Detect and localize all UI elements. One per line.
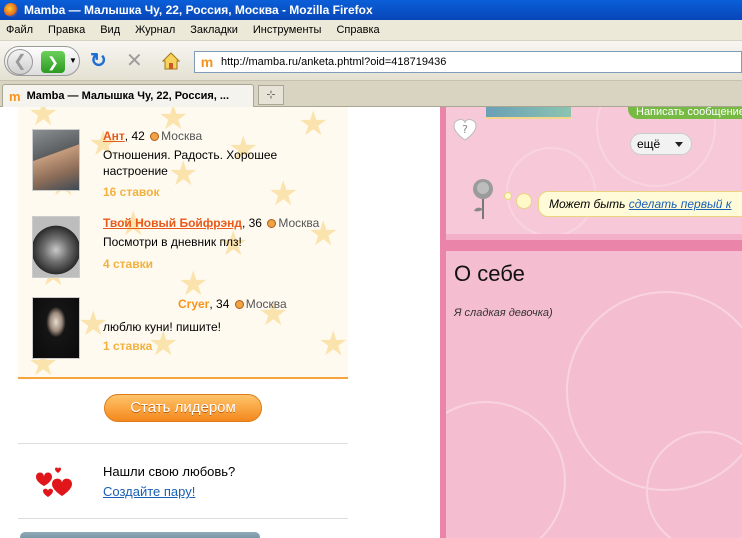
bubble-dot: [504, 192, 512, 200]
leader-item: Ант, 42 Москва Отношения. Радость. Хорош…: [18, 129, 348, 199]
leader-city: Москва: [278, 216, 320, 230]
location-icon: [150, 132, 160, 142]
chevron-down-icon: [675, 142, 683, 147]
leader-age: , 34: [209, 297, 230, 311]
write-message-button[interactable]: Написать сообщение: [628, 107, 742, 119]
svg-text:?: ?: [462, 123, 468, 136]
about-section: О себе Я сладкая девочка): [446, 251, 742, 538]
about-title: О себе: [454, 261, 525, 286]
new-tab-button[interactable]: ⊹: [258, 85, 284, 105]
tab-strip: m Mamba — Малышка Чу, 22, Россия, ... ⊹: [0, 81, 742, 107]
profile-actions-panel: Написать сообщение ? ещё Может быть сдел…: [446, 107, 742, 234]
avatar[interactable]: [32, 216, 80, 278]
menu-file[interactable]: Файл: [6, 24, 33, 36]
leader-bids[interactable]: 1 ставка: [103, 339, 152, 353]
reload-icon[interactable]: ↻: [90, 51, 107, 71]
heart-question-icon[interactable]: ?: [452, 116, 478, 142]
menu-help[interactable]: Справка: [336, 24, 379, 36]
home-icon[interactable]: [162, 52, 180, 70]
forward-button[interactable]: ❯: [41, 51, 65, 73]
tab-title: Mamba — Малышка Чу, 22, Россия, ...: [26, 90, 230, 102]
rose-icon: [473, 179, 493, 219]
create-pair-link[interactable]: Создайте пару!: [103, 484, 195, 499]
leader-bids[interactable]: 4 ставки: [103, 257, 153, 271]
about-text: Я сладкая девочка): [454, 307, 553, 319]
leader-bids[interactable]: 16 ставок: [103, 185, 159, 199]
leader-status: Отношения. Радость. Хорошее настроение: [103, 148, 278, 178]
leader-age: , 42: [124, 129, 145, 143]
gift-bubble: Может быть сделать первый к: [538, 191, 742, 217]
become-leader-button[interactable]: Стать лидером: [104, 394, 262, 422]
leader-status: люблю куни! пишите!: [103, 320, 221, 334]
leader-age: , 36: [241, 216, 262, 230]
divider: [18, 443, 348, 444]
menu-view[interactable]: Вид: [100, 24, 120, 36]
location-icon: [234, 300, 244, 310]
bubble-dot: [516, 193, 532, 209]
stop-icon[interactable]: ✕: [126, 51, 143, 71]
leaders-column: ★★ ★★ ★★ ★★ ★★ ★★ ★★ ★★ ★★ Ант, 42 Москв…: [18, 107, 348, 538]
page-content: ★★ ★★ ★★ ★★ ★★ ★★ ★★ ★★ ★★ Ант, 42 Москв…: [0, 107, 742, 538]
site-favicon-icon: m: [200, 54, 214, 70]
first-step-link[interactable]: сделать первый к: [629, 197, 732, 211]
more-dropdown[interactable]: ещё: [630, 133, 692, 155]
bottom-button[interactable]: [20, 532, 260, 538]
window-title: Mamba — Малышка Чу, 22, Россия, Москва -…: [24, 3, 373, 17]
more-label: ещё: [637, 137, 661, 151]
avatar[interactable]: [32, 297, 80, 359]
hearts-icon: [36, 467, 72, 497]
leader-name[interactable]: Cryer: [178, 297, 209, 311]
divider: [18, 518, 348, 519]
back-button[interactable]: ❮: [7, 49, 33, 75]
menu-bookmarks[interactable]: Закладки: [190, 24, 238, 36]
history-dropdown-icon[interactable]: ▼: [69, 56, 77, 65]
avatar[interactable]: [32, 129, 80, 191]
leader-name-line: Cryer, 34 Москва: [178, 297, 287, 311]
profile-column: Написать сообщение ? ещё Может быть сдел…: [440, 107, 742, 538]
leader-item: Твой Новый Бойфрэнд, 36 Москва Посмотри …: [18, 216, 348, 286]
divider: [446, 234, 742, 240]
bubble-text: Может быть: [549, 197, 629, 211]
leader-name-link[interactable]: Твой Новый Бойфрэнд: [103, 216, 242, 230]
menu-tools[interactable]: Инструменты: [253, 24, 322, 36]
leader-city: Москва: [245, 297, 287, 311]
location-icon: [267, 219, 277, 229]
navigation-toolbar: ❮ ❯ ▼ ↻ ✕ m http://mamba.ru/anketa.phtml…: [0, 41, 742, 81]
leader-city: Москва: [161, 129, 203, 143]
menu-edit[interactable]: Правка: [48, 24, 85, 36]
leader-item: Cryer, 34 Москва люблю куни! пишите! 1 с…: [18, 297, 348, 367]
leader-name-line: Твой Новый Бойфрэнд, 36 Москва: [103, 216, 319, 230]
love-question: Нашли свою любовь?: [103, 464, 236, 479]
leader-name-line: Ант, 42 Москва: [103, 129, 202, 143]
leader-status: Посмотри в дневник плз!: [103, 235, 242, 249]
divider: [18, 377, 348, 379]
url-text[interactable]: http://mamba.ru/anketa.phtml?oid=4187194…: [221, 56, 446, 68]
profile-photo-strip[interactable]: [486, 107, 571, 119]
address-bar[interactable]: m http://mamba.ru/anketa.phtml?oid=41871…: [194, 51, 742, 73]
menu-bar: Файл Правка Вид Журнал Закладки Инструме…: [0, 20, 742, 41]
firefox-logo-icon: [4, 3, 18, 17]
back-forward-group: ❮ ❯ ▼: [4, 46, 80, 76]
tab-mamba[interactable]: m Mamba — Малышка Чу, 22, Россия, ...: [2, 84, 254, 107]
menu-history[interactable]: Журнал: [135, 24, 175, 36]
leader-name-link[interactable]: Ант: [103, 129, 125, 143]
window-titlebar: Mamba — Малышка Чу, 22, Россия, Москва -…: [0, 0, 742, 20]
tab-favicon-icon: m: [9, 88, 21, 104]
